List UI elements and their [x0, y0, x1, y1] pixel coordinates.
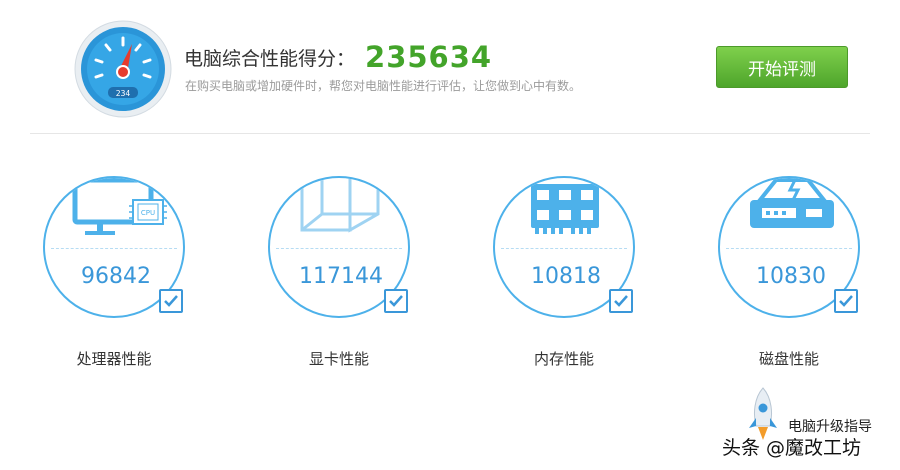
- header-divider: [30, 133, 870, 134]
- score-title: 电脑综合性能得分： 235634: [184, 40, 492, 74]
- check-icon: [614, 295, 628, 307]
- gpu-performance-card: 117144 显卡性能: [268, 176, 418, 376]
- watermark: 头条 @魔改工坊: [722, 437, 862, 459]
- disk-score: 10830: [756, 264, 826, 289]
- score-description: 在购买电脑或增加硬件时，帮您对电脑性能进行评估，让您做到心中有数。: [185, 79, 582, 93]
- check-icon: [389, 295, 403, 307]
- disk-performance-label: 磁盘性能: [758, 350, 819, 368]
- gpu-check-checkbox[interactable]: [384, 289, 408, 313]
- dashed-divider: [276, 248, 402, 249]
- cpu-check-checkbox[interactable]: [159, 289, 183, 313]
- cpu-chip-text: CPU: [141, 209, 155, 217]
- memory-performance-card: 10818 内存性能: [493, 176, 643, 376]
- score-title-label: 电脑综合性能得分：: [184, 47, 356, 70]
- speedometer-icon: 234: [74, 20, 172, 118]
- gpu-performance-label: 显卡性能: [308, 350, 369, 368]
- check-icon: [164, 295, 178, 307]
- memory-module-icon: [531, 184, 599, 234]
- cpu-performance-label: 处理器性能: [76, 350, 152, 368]
- graphics-cube-icon: [300, 178, 380, 233]
- gauge-readout: 234: [116, 89, 131, 98]
- cpu-monitor-icon: CPU: [72, 178, 167, 235]
- memory-score: 10818: [531, 264, 601, 289]
- memory-check-checkbox[interactable]: [609, 289, 633, 313]
- gpu-score: 117144: [299, 264, 383, 289]
- start-test-button[interactable]: 开始评测: [716, 46, 848, 88]
- disk-check-checkbox[interactable]: [834, 289, 858, 313]
- cpu-performance-card: CPU 96842 处理器性能: [43, 176, 193, 376]
- dashed-divider: [501, 248, 627, 249]
- check-icon: [839, 295, 853, 307]
- dashed-divider: [726, 248, 852, 249]
- hard-disk-icon: [750, 178, 834, 228]
- memory-performance-label: 内存性能: [533, 350, 594, 368]
- total-score: 235634: [365, 40, 493, 74]
- dashed-divider: [51, 248, 177, 249]
- cpu-score: 96842: [81, 264, 151, 289]
- disk-performance-card: 10830 磁盘性能: [718, 176, 868, 376]
